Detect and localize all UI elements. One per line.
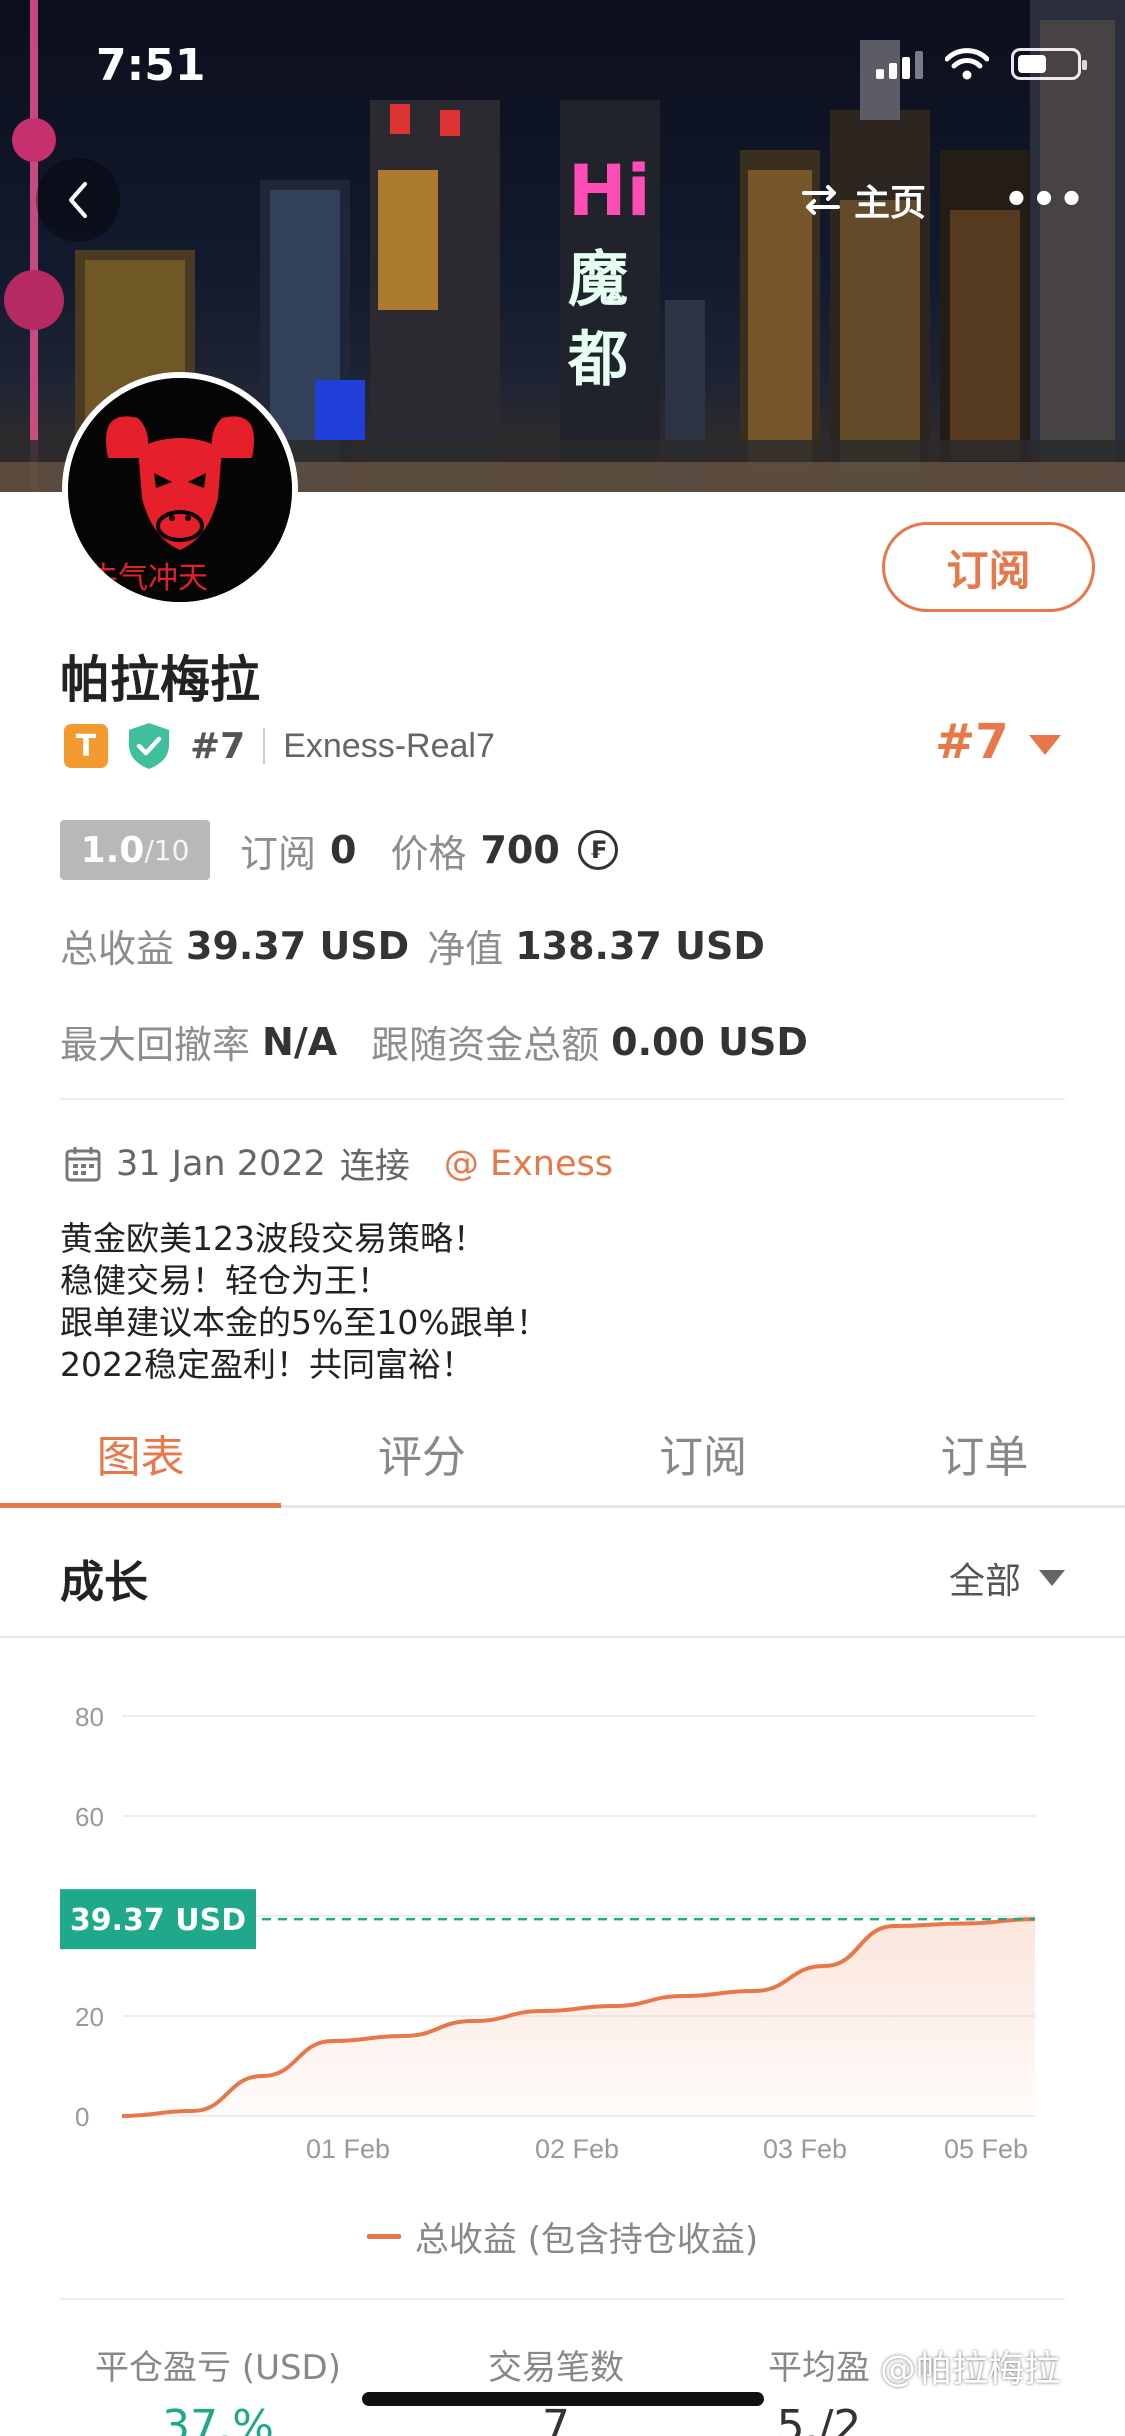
subscribers-value: 0 (330, 828, 357, 872)
score-max: /10 (144, 833, 190, 867)
caret-down-icon (1039, 1570, 1065, 1586)
legend-swatch (366, 2234, 401, 2239)
price-label: 价格 (390, 831, 467, 876)
price-value: 700 (480, 828, 560, 872)
y-tick-label: 0 (75, 2102, 89, 2132)
tier-badge: T (64, 724, 108, 768)
battery-icon (1011, 48, 1087, 80)
divider (263, 728, 266, 764)
y-tick-label: 20 (75, 2002, 104, 2032)
tab-orders[interactable]: 订单 (844, 1400, 1125, 1505)
home-button[interactable]: 主页 (800, 170, 926, 230)
avatar-text: 牛气冲天 (88, 561, 208, 596)
follow-total-label: 跟随资金总额 (371, 1023, 600, 1067)
status-icons (876, 48, 1087, 80)
chevron-left-icon (69, 182, 87, 218)
bio-line: 黄金欧美123波段交易策略！ (60, 1219, 486, 1258)
y-tick-label: 60 (75, 1802, 104, 1832)
bull-logo-icon: 牛气冲天 (68, 378, 292, 602)
billboard-city-text: 魔 (568, 245, 628, 315)
stat-label: 平均盈 (768, 2348, 870, 2388)
range-label: 全部 (948, 1561, 1021, 1602)
stat-trade-count: 交易笔数 7 (488, 2340, 624, 2436)
score-row: 1.0/10 订阅 0 价格 700 ₣ (60, 820, 618, 880)
back-button[interactable] (36, 158, 120, 242)
tab-subscriptions[interactable]: 订阅 (563, 1400, 844, 1505)
section-title: 成长 (60, 1557, 148, 1608)
net-value-value: 138.37 USD (515, 923, 765, 968)
home-indicator[interactable] (362, 2392, 764, 2406)
verified-shield-icon (129, 723, 169, 769)
growth-section-header: 成长 全部 (0, 1508, 1125, 1638)
home-label: 主页 (854, 183, 927, 224)
account-name: Exness-Real7 (283, 726, 495, 765)
divider (60, 1098, 1065, 1100)
score-value: 1.0 (80, 829, 145, 871)
coin-icon: ₣ (577, 830, 618, 870)
rank-small: #7 (190, 725, 246, 767)
joined-date: 31 Jan 2022 (116, 1143, 326, 1184)
cellular-signal-icon (876, 49, 923, 79)
subscribe-button[interactable]: 订阅 (882, 522, 1095, 612)
total-profit-value: 39.37 USD (186, 923, 410, 968)
x-tick-label: 01 Feb (306, 2134, 390, 2164)
stat-value: 5./2 (776, 2401, 862, 2436)
billboard-hi-text: Hi (568, 150, 651, 232)
tab-bar: 图表 评分 订阅 订单 (0, 1400, 1125, 1508)
legend-label: 总收益 (包含持仓收益) (414, 2220, 759, 2260)
status-time: 7:51 (96, 40, 206, 91)
joined-info: 31 Jan 2022 连接 @ Exness (64, 1138, 613, 1189)
bio: 黄金欧美123波段交易策略！ 稳健交易！轻仓为王！ 跟单建议本金的5%至10%跟… (60, 1218, 549, 1386)
badge-row: T #7 Exness-Real7 (64, 718, 495, 774)
bio-line: 2022稳定盈利！共同富裕！ (60, 1345, 474, 1384)
rank-dropdown[interactable]: #7 (935, 714, 1061, 770)
chart-legend: 总收益 (包含持仓收益) (0, 2212, 1125, 2261)
stat-label: 平仓盈亏 (USD) (95, 2348, 341, 2388)
avatar[interactable]: 牛气冲天 (62, 372, 298, 608)
stat-closed-pnl: 平仓盈亏 (USD) 37.% (95, 2340, 341, 2436)
calendar-icon (65, 1146, 101, 1181)
svg-text:都: 都 (567, 325, 628, 395)
joined-suffix: 连接 (339, 1147, 410, 1187)
net-value-label: 净值 (427, 927, 504, 971)
y-tick-label: 80 (75, 1702, 104, 1732)
swap-arrows-icon (802, 185, 840, 215)
x-tick-label: 03 Feb (763, 2134, 847, 2164)
current-value-label: 39.37 USD (70, 1903, 246, 1938)
stat-value: 37.% (162, 2401, 274, 2436)
stat-label: 交易笔数 (488, 2348, 624, 2388)
series-area (122, 1919, 1035, 2116)
more-options-button[interactable]: ••• (1004, 170, 1085, 230)
growth-chart: 0 20 60 80 39.37 USD 01 Feb 02 Feb 03 Feb 05 F… (0, 1660, 1125, 2260)
range-select[interactable]: 全部 (949, 1552, 1065, 1604)
growth-chart-svg: 0 20 60 80 39.37 USD 01 Feb 02 Feb 03 Feb 05 F… (60, 1702, 1036, 2164)
subscribers-label: 订阅 (240, 831, 317, 876)
trader-name: 帕拉梅拉 (60, 651, 260, 709)
max-drawdown-label: 最大回撤率 (60, 1023, 251, 1067)
wifi-icon (945, 48, 989, 80)
x-tick-label: 05 Feb (944, 2134, 1028, 2164)
stat-value: 7 (542, 2401, 570, 2436)
score-badge: 1.0/10 (60, 820, 210, 880)
total-profit-label: 总收益 (60, 927, 175, 971)
drawdown-row: 最大回撤率 N/A 跟随资金总额 0.00 USD (60, 1014, 808, 1069)
profit-row: 总收益 39.37 USD 净值 138.37 USD (60, 918, 765, 973)
caret-down-icon (1028, 735, 1061, 755)
bio-line: 跟单建议本金的5%至10%跟单！ (60, 1303, 549, 1342)
rank-big: #7 (935, 714, 1009, 770)
more-icon: ••• (1003, 177, 1087, 223)
divider (60, 2298, 1065, 2300)
follow-total-value: 0.00 USD (611, 1019, 808, 1064)
tab-chart[interactable]: 图表 (0, 1400, 282, 1508)
max-drawdown-value: N/A (262, 1019, 338, 1064)
tab-rating[interactable]: 评分 (281, 1400, 562, 1505)
watermark: @帕拉梅拉 (880, 2349, 1061, 2390)
broker-link[interactable]: @ Exness (444, 1144, 613, 1184)
x-tick-label: 02 Feb (535, 2134, 619, 2164)
bio-line: 稳健交易！轻仓为王！ (60, 1261, 390, 1300)
stat-average: 平均盈 5./2 (768, 2340, 870, 2436)
